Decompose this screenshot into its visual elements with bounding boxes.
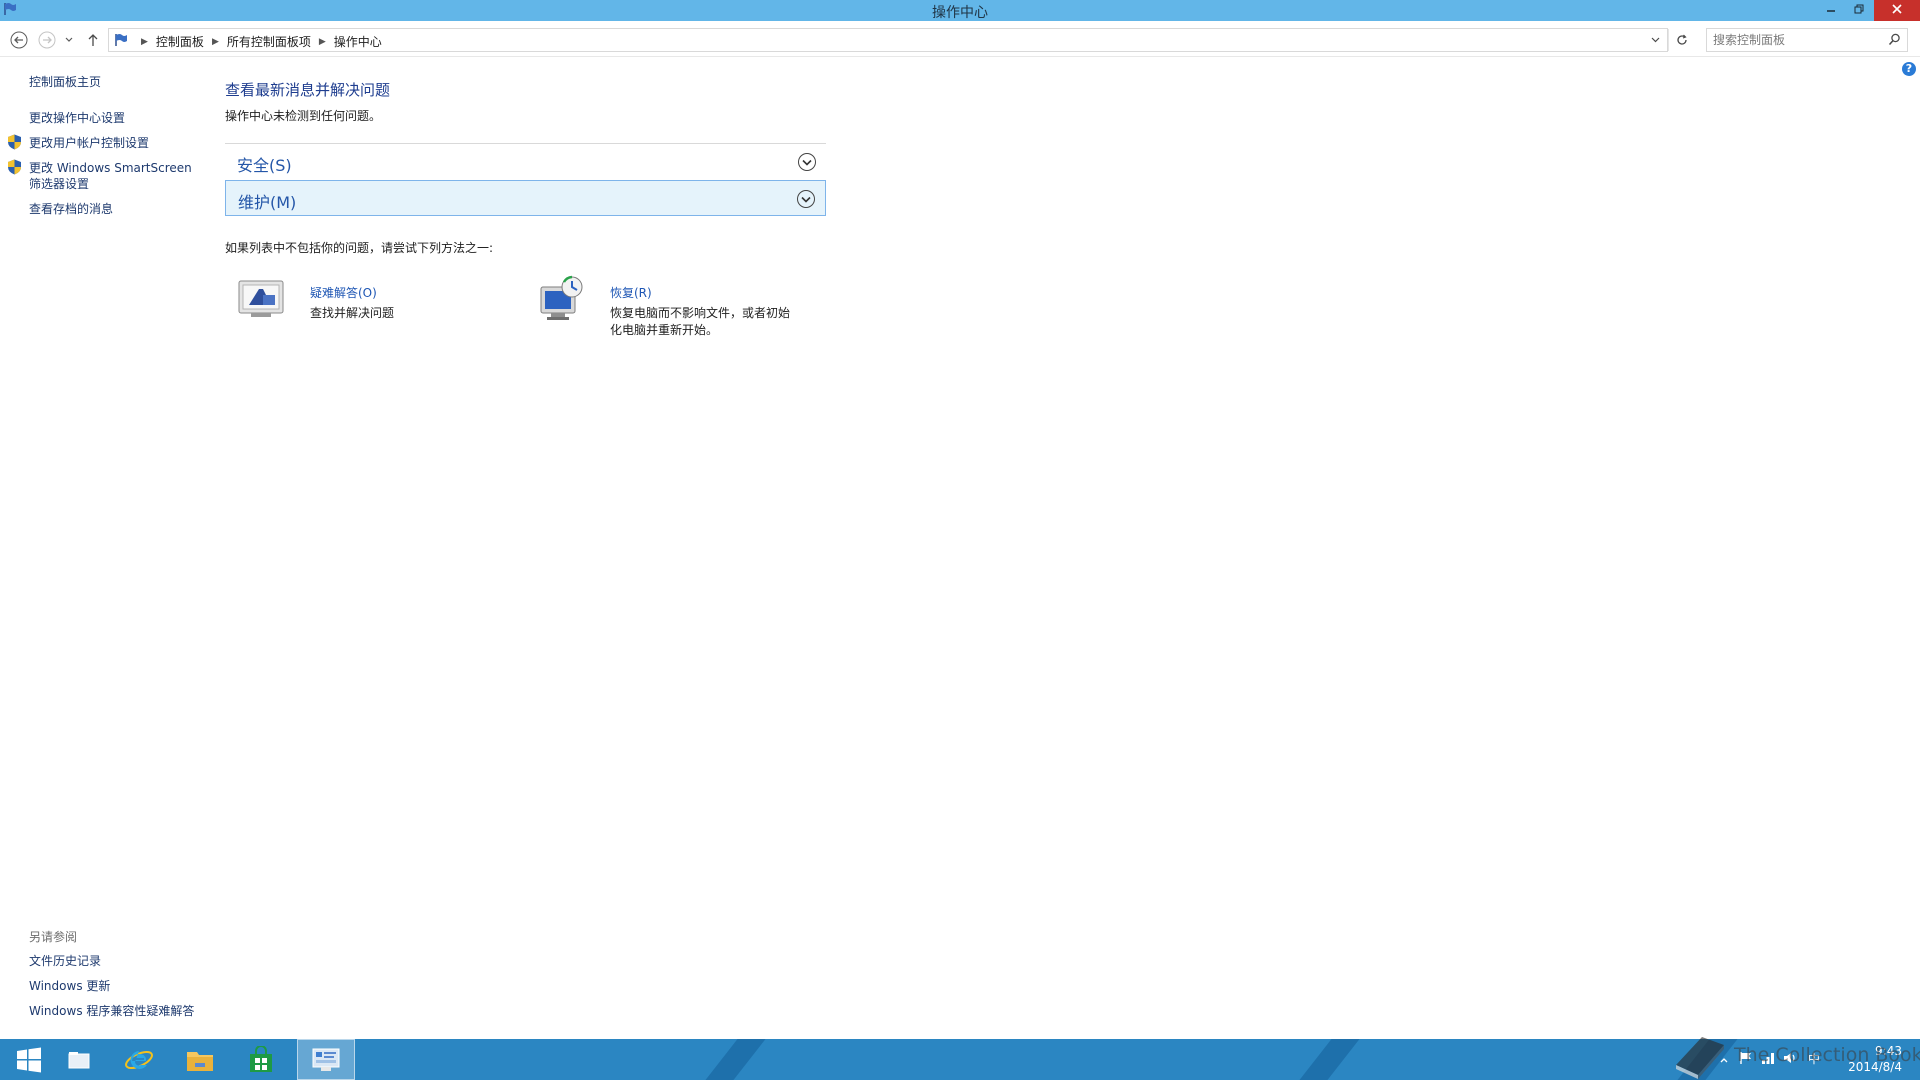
volume-tray-icon[interactable] <box>1782 1051 1798 1067</box>
refresh-button[interactable] <box>1668 29 1694 51</box>
breadcrumb-item-action-center[interactable]: 操作中心 <box>334 33 382 50</box>
chevron-down-icon <box>65 37 73 42</box>
view-archived-messages-link[interactable]: 查看存档的消息 <box>29 201 113 217</box>
file-explorer-button[interactable] <box>171 1039 229 1080</box>
close-button[interactable] <box>1874 0 1920 21</box>
status-message: 操作中心未检测到任何问题。 <box>225 109 382 123</box>
action-center-flag-icon <box>115 34 127 46</box>
recent-locations-button[interactable] <box>62 29 76 51</box>
minimize-icon <box>1827 10 1835 12</box>
refresh-icon <box>1676 34 1687 45</box>
recovery-icon[interactable] <box>537 275 585 323</box>
windows-update-link[interactable]: Windows 更新 <box>29 978 110 994</box>
navigation-bar: ▶ 控制面板 ▶ 所有控制面板项 ▶ 操作中心 <box>0 21 1920 57</box>
uac-shield-icon <box>8 159 21 175</box>
search-icon[interactable] <box>1888 33 1901 46</box>
network-tray-icon[interactable] <box>1760 1051 1776 1067</box>
taskbar-clock[interactable]: 9:43 2014/8/4 <box>1848 1043 1902 1075</box>
smartscreen-link-line2: 筛选器设置 <box>29 177 90 191</box>
breadcrumb-item-control-panel[interactable]: 控制面板 <box>156 33 204 50</box>
chevron-up-icon <box>1720 1058 1728 1063</box>
speaker-icon <box>1784 1053 1795 1063</box>
page-title: 查看最新消息并解决问题 <box>225 81 391 99</box>
control-panel-icon <box>312 1048 340 1071</box>
forward-button[interactable] <box>36 29 58 51</box>
program-compatibility-troubleshooter-link[interactable]: Windows 程序兼容性疑难解答 <box>29 1003 194 1019</box>
clock-time: 9:43 <box>1875 1044 1902 1058</box>
breadcrumb-item-all-control-panel-items[interactable]: 所有控制面板项 <box>227 33 311 50</box>
action-center-tray-icon[interactable] <box>1738 1051 1754 1067</box>
start-icon <box>17 1047 41 1072</box>
restore-button[interactable] <box>1846 0 1872 21</box>
security-section-header[interactable]: 安全(S) <box>225 144 826 180</box>
show-hidden-icons-button[interactable] <box>1716 1051 1732 1067</box>
control-panel-home-link[interactable]: 控制面板主页 <box>29 74 101 90</box>
taskbar-decoration <box>1284 1039 1368 1080</box>
see-also-heading: 另请参阅 <box>29 930 78 944</box>
left-navigation-pane: 控制面板主页 更改操作中心设置 更改用户帐户控制设置 更改 Windows Sm… <box>0 57 210 1039</box>
control-panel-taskbar-button[interactable] <box>297 1039 355 1080</box>
window-title: 操作中心 <box>932 5 988 21</box>
internet-explorer-button[interactable] <box>110 1039 168 1080</box>
store-button[interactable] <box>232 1039 290 1080</box>
maintenance-section-label: 维护(M) <box>238 193 297 212</box>
troubleshooting-description: 查找并解决问题 <box>310 306 395 320</box>
breadcrumb-separator-icon[interactable]: ▶ <box>212 37 219 47</box>
security-section-label: 安全(S) <box>237 156 292 175</box>
minimize-button[interactable] <box>1818 0 1844 21</box>
restore-icon <box>1854 4 1864 14</box>
address-history-dropdown[interactable] <box>1648 29 1662 51</box>
address-bar[interactable]: ▶ 控制面板 ▶ 所有控制面板项 ▶ 操作中心 <box>108 28 1668 52</box>
change-uac-settings-link[interactable]: 更改用户帐户控制设置 <box>29 135 149 151</box>
flag-icon <box>1740 1052 1751 1064</box>
title-bar: 操作中心 <box>0 0 1920 21</box>
chevron-down-icon <box>1651 37 1659 43</box>
search-box[interactable] <box>1706 28 1908 52</box>
taskbar-decoration <box>690 1039 774 1080</box>
clock-date: 2014/8/4 <box>1848 1060 1902 1074</box>
recovery-tool[interactable]: 恢复(R) 恢复电脑而不影响文件，或者初始化电脑并重新开始。 <box>537 275 837 337</box>
search-input[interactable] <box>1713 32 1881 48</box>
breadcrumb-separator-icon[interactable]: ▶ <box>141 37 148 47</box>
expand-chevron-icon[interactable] <box>797 190 815 208</box>
taskbar: 中 9:43 2014/8/4 <box>0 1039 1920 1080</box>
file-explorer-icon <box>187 1051 213 1071</box>
forward-arrow-icon <box>38 31 56 49</box>
expand-chevron-icon[interactable] <box>798 153 816 171</box>
alternatives-hint: 如果列表中不包括你的问题，请尝试下列方法之一: <box>225 241 494 255</box>
troubleshooting-tool[interactable]: 疑难解答(O) 查找并解决问题 <box>237 275 497 335</box>
input-method-indicator[interactable]: 中 <box>1806 1051 1822 1067</box>
breadcrumb: ▶ 控制面板 ▶ 所有控制面板项 ▶ 操作中心 <box>133 33 382 50</box>
network-icon <box>1762 1053 1774 1064</box>
change-smartscreen-settings-link[interactable]: 更改 Windows SmartScreen 筛选器设置 <box>29 160 192 192</box>
system-tray: 中 9:43 2014/8/4 <box>1660 1039 1920 1080</box>
explorer-tab-icon <box>68 1051 90 1068</box>
maintenance-section-header[interactable]: 维护(M) <box>225 180 826 216</box>
store-icon <box>250 1045 272 1072</box>
recovery-description: 恢复电脑而不影响文件，或者初始化电脑并重新开始。 <box>610 306 791 337</box>
recovery-link[interactable]: 恢复(R) <box>610 284 652 301</box>
smartscreen-link-line1: 更改 Windows SmartScreen <box>29 161 192 175</box>
up-button[interactable] <box>82 29 104 51</box>
breadcrumb-separator-icon[interactable]: ▶ <box>319 37 326 47</box>
troubleshoot-icon[interactable] <box>237 275 285 323</box>
close-icon <box>1892 4 1902 14</box>
change-action-center-settings-link[interactable]: 更改操作中心设置 <box>29 110 125 126</box>
back-arrow-icon <box>10 31 28 49</box>
troubleshooting-link[interactable]: 疑难解答(O) <box>310 284 377 301</box>
up-arrow-icon <box>88 34 98 46</box>
taskbar-switcher-button[interactable] <box>50 1039 108 1080</box>
file-history-link[interactable]: 文件历史记录 <box>29 953 101 969</box>
uac-shield-icon <box>8 134 21 150</box>
help-icon[interactable]: ? <box>1902 62 1916 76</box>
back-button[interactable] <box>8 29 30 51</box>
internet-explorer-icon <box>125 1050 153 1069</box>
